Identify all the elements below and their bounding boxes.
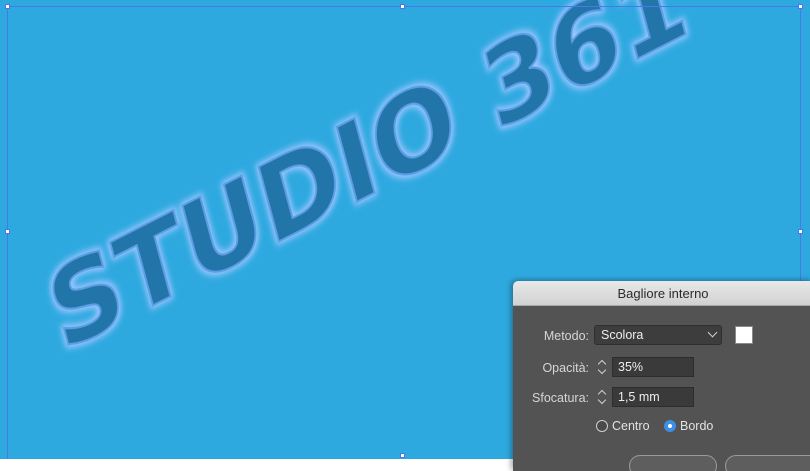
selection-handle-top-center[interactable] [400, 4, 405, 9]
dialog-button-left[interactable] [629, 455, 717, 471]
stepper-down-icon [597, 395, 607, 405]
radio-centro[interactable] [596, 420, 608, 432]
selection-handle-top-right[interactable] [798, 4, 803, 9]
method-dropdown[interactable]: Scolora [594, 325, 722, 345]
blur-stepper[interactable] [596, 387, 609, 407]
inner-glow-dialog: Bagliore interno Metodo: Scolora Opacità… [513, 281, 810, 471]
radio-bordo[interactable] [664, 420, 676, 432]
method-label: Metodo: [543, 329, 589, 343]
dialog-titlebar[interactable]: Bagliore interno [513, 281, 810, 306]
opacity-stepper[interactable] [596, 357, 609, 377]
opacity-value: 35% [618, 360, 644, 374]
stepper-down-icon [597, 365, 607, 375]
radio-bordo-label[interactable]: Bordo [680, 419, 713, 433]
selection-handle-middle-left[interactable] [5, 229, 10, 234]
blur-value: 1,5 mm [618, 390, 660, 404]
selection-handle-top-left[interactable] [5, 4, 10, 9]
glow-color-swatch[interactable] [735, 326, 753, 344]
opacity-input[interactable]: 35% [612, 357, 694, 377]
blur-label: Sfocatura: [532, 391, 589, 405]
method-value: Scolora [601, 328, 644, 342]
selection-handle-bottom-center[interactable] [400, 453, 405, 458]
chevron-down-icon [707, 327, 718, 338]
opacity-label: Opacità: [542, 361, 589, 375]
radio-centro-label[interactable]: Centro [612, 419, 650, 433]
selection-handle-middle-right[interactable] [798, 229, 803, 234]
dialog-title: Bagliore interno [617, 285, 709, 301]
blur-input[interactable]: 1,5 mm [612, 387, 694, 407]
dialog-button-right[interactable] [725, 455, 810, 471]
